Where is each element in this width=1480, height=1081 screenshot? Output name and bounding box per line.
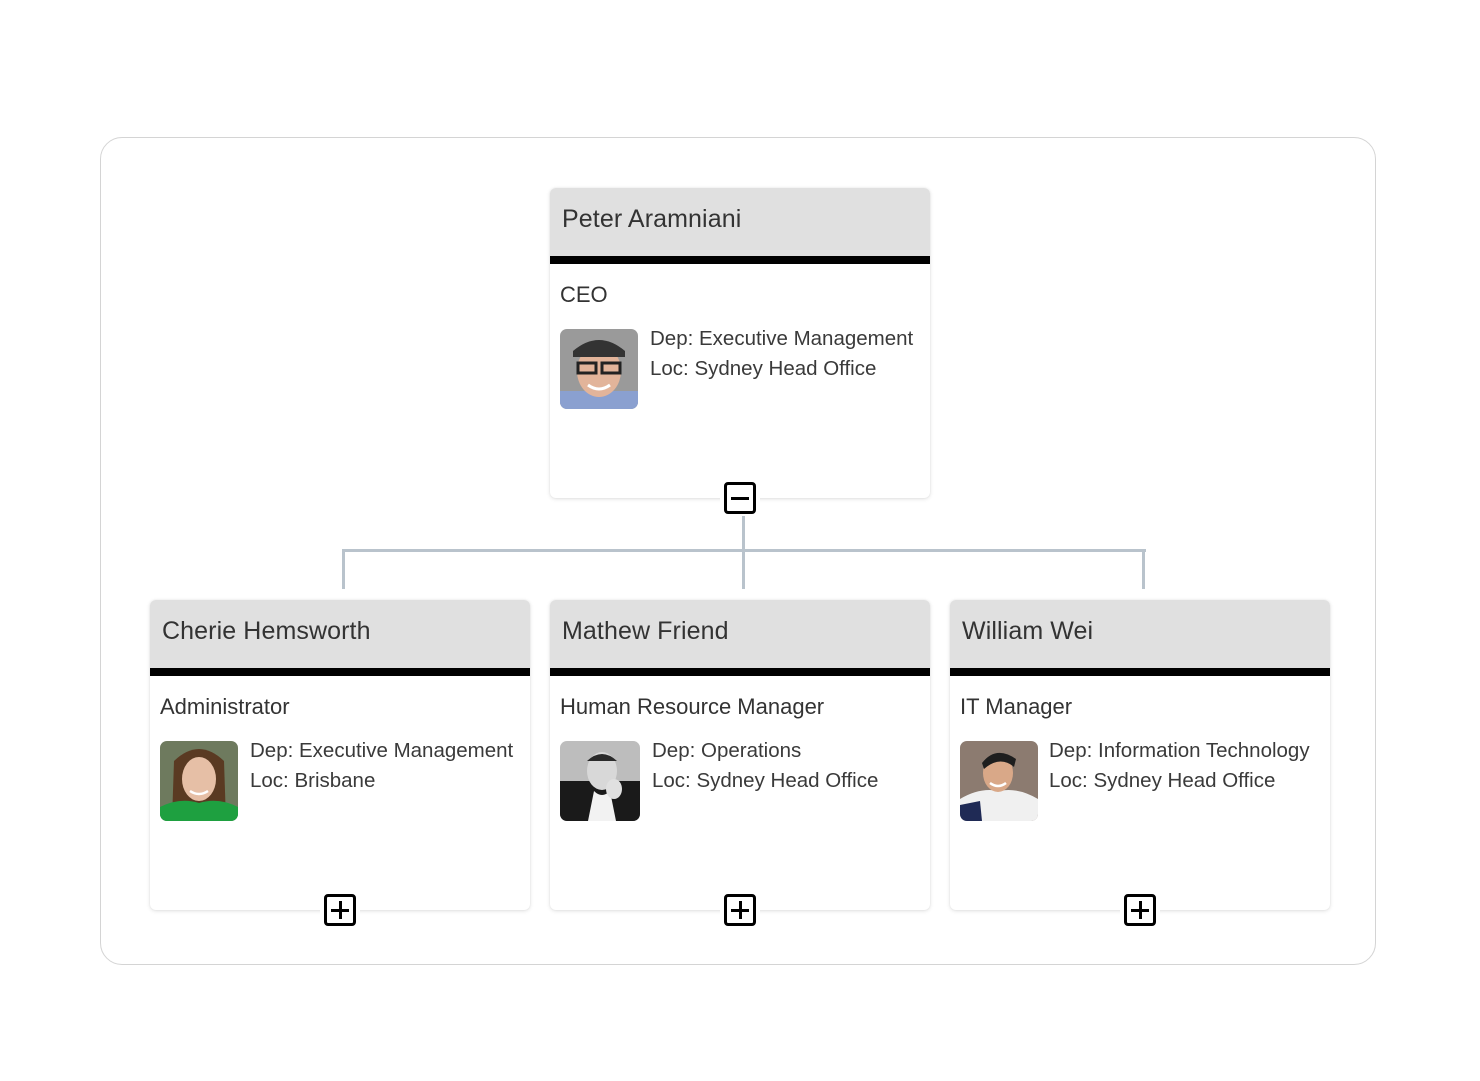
org-node-child[interactable]: William Wei IT Manager Dep: Information … (950, 600, 1330, 926)
node-location: Loc: Sydney Head Office (650, 357, 877, 380)
node-name: Cherie Hemsworth (162, 617, 371, 645)
node-title: Human Resource Manager (560, 694, 825, 719)
avatar (560, 741, 640, 821)
node-name: William Wei (962, 617, 1094, 645)
connector-child-2 (742, 549, 745, 589)
org-node-child[interactable]: Mathew Friend Human Resource Manager Dep… (550, 600, 930, 926)
node-department: Dep: Executive Management (650, 327, 914, 350)
node-header: William Wei (950, 600, 1330, 676)
node-header: Mathew Friend (550, 600, 930, 676)
collapse-icon[interactable] (724, 482, 756, 514)
node-info: Dep: Operations Loc: Sydney Head Office (652, 739, 922, 793)
node-name: Mathew Friend (562, 617, 729, 645)
node-location: Loc: Sydney Head Office (1049, 769, 1276, 792)
node-header: Cherie Hemsworth (150, 600, 530, 676)
node-info: Dep: Executive Management Loc: Sydney He… (650, 327, 920, 381)
org-node-child[interactable]: Cherie Hemsworth Administrator Dep: Exec… (150, 600, 530, 926)
node-title: Administrator (160, 694, 290, 719)
org-node-ceo[interactable]: Peter Aramniani CEO Dep: Executive Manag… (550, 188, 930, 514)
node-info: Dep: Executive Management Loc: Brisbane (250, 739, 520, 793)
node-title: IT Manager (960, 694, 1073, 719)
node-department: Dep: Information Technology (1049, 739, 1310, 762)
avatar (960, 741, 1038, 821)
node-name: Peter Aramniani (562, 205, 742, 233)
node-header: Peter Aramniani (550, 188, 930, 264)
expand-icon[interactable] (324, 894, 356, 926)
avatar (160, 741, 238, 821)
expand-icon[interactable] (724, 894, 756, 926)
node-department: Dep: Operations (652, 739, 802, 762)
avatar (560, 329, 638, 409)
node-department: Dep: Executive Management (250, 739, 514, 762)
connector-child-1 (342, 549, 345, 589)
node-location: Loc: Sydney Head Office (652, 769, 879, 792)
node-info: Dep: Information Technology Loc: Sydney … (1049, 739, 1319, 793)
node-location: Loc: Brisbane (250, 769, 376, 792)
expand-icon[interactable] (1124, 894, 1156, 926)
node-title: CEO (560, 282, 608, 307)
connector-child-3 (1142, 549, 1145, 589)
connector-root-down (742, 516, 745, 551)
